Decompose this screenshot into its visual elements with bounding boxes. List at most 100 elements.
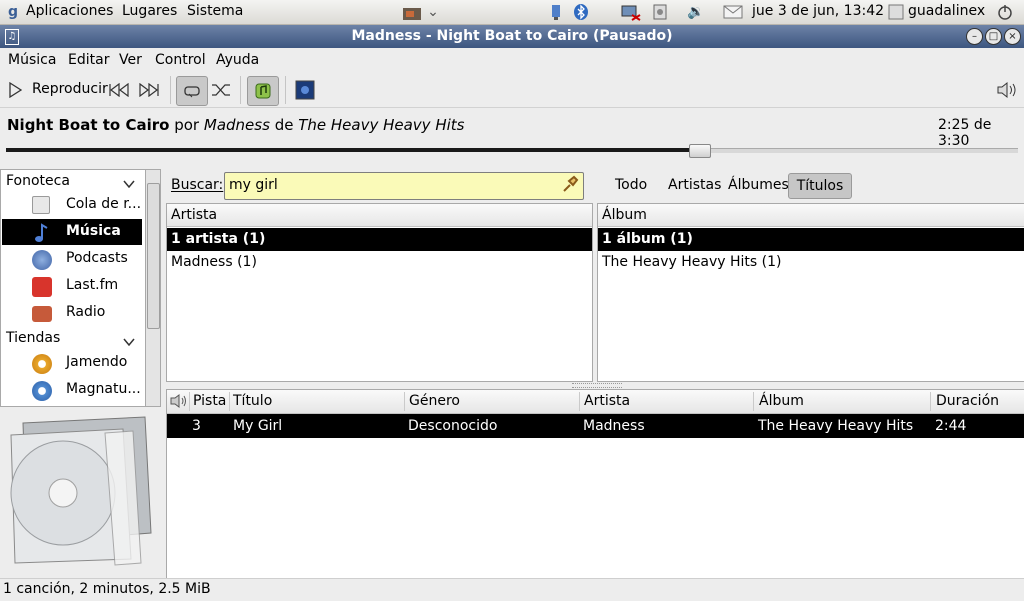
menu-edit[interactable]: Editar [68,52,109,68]
window-titlebar[interactable]: ♫ Madness - Night Boat to Cairo (Pausado… [0,25,1024,48]
sidebar-item-music[interactable]: Música [2,219,142,245]
sidebar-item-magnatune[interactable]: Magnatu... [2,377,142,403]
sidebar-item-label: Magnatu... [66,381,141,397]
table-row[interactable]: 3 My Girl Desconocido Madness The Heavy … [167,414,1024,438]
cell-duration: 2:44 [935,418,967,434]
column-header-artist[interactable]: Artista [584,393,630,409]
volume-icon[interactable]: 🔉 [686,3,706,21]
playing-column-icon[interactable] [170,393,188,413]
toolbar-separator [240,76,241,104]
chevron-down-icon[interactable] [123,176,135,192]
status-text: 1 canción, 2 minutos, 2.5 MiB [3,581,211,597]
cell-album: The Heavy Heavy Hits [758,418,914,434]
column-header-title[interactable]: Título [233,393,272,409]
sidebar-scrollbar-thumb[interactable] [147,183,160,329]
next-icon[interactable] [138,81,160,99]
sidebar-item-label: Jamendo [66,354,128,370]
previous-icon[interactable] [108,81,130,99]
chevron-down-icon[interactable]: ⌄ [424,3,442,21]
now-playing-artist: Madness [203,116,270,134]
browse-button[interactable] [247,76,279,106]
panel-menu-places[interactable]: Lugares [122,3,177,19]
sidebar-item-queue[interactable]: Cola de r... [2,192,142,218]
sidebar-item-label: Cola de r... [66,196,142,212]
list-item-label: 1 álbum (1) [602,231,693,247]
search-input[interactable] [224,172,584,200]
sidebar-item-podcasts[interactable]: Podcasts [2,246,142,272]
album-header-label: Álbum [602,207,647,223]
jamendo-icon [32,354,52,374]
network-icon[interactable] [620,3,642,21]
source-list: Fonoteca Cola de r... Música Podcasts La… [0,169,146,407]
panel-menu-applications[interactable]: Aplicaciones [26,3,113,19]
lastfm-icon [32,277,52,297]
clear-search-icon[interactable] [561,175,579,197]
now-playing-album: The Heavy Heavy Hits [298,116,465,134]
column-header-duration[interactable]: Duración [936,393,999,409]
track-list: Pista Título Género Artista Álbum Duraci… [166,389,1024,579]
column-separator [930,392,931,411]
repeat-button[interactable] [176,76,208,106]
toolbar-separator [285,76,286,104]
sidebar-item-radio[interactable]: Radio [2,300,142,326]
menu-view[interactable]: Ver [119,52,142,68]
column-header-genre[interactable]: Género [409,393,460,409]
visualization-icon[interactable] [294,80,316,100]
chevron-down-icon[interactable] [123,334,135,350]
volume-icon[interactable] [996,80,1018,100]
toolbar-separator [170,76,171,104]
panel-menu-system[interactable]: Sistema [187,3,243,19]
filter-all[interactable]: Todo [615,177,647,193]
list-item[interactable]: The Heavy Heavy Hits (1) [598,251,1024,274]
library-header[interactable]: Fonoteca [6,173,70,189]
list-item[interactable]: 1 álbum (1) [598,228,1024,251]
seek-handle[interactable] [689,144,712,158]
panel-username[interactable]: guadalinex [908,3,985,19]
sidebar-item-label: Música [66,223,121,239]
usb-icon[interactable] [547,3,565,21]
top-panel: g Aplicaciones Lugares Sistema ⌄ 🔉 jue 3… [0,0,1024,25]
distro-logo-icon[interactable]: g [4,3,22,21]
sidebar-item-lastfm[interactable]: Last.fm [2,273,142,299]
artist-column-header[interactable]: Artista [167,204,592,227]
list-item[interactable]: 1 artista (1) [167,228,592,251]
sidebar-item-jamendo[interactable]: Jamendo [2,350,142,376]
now-playing-from: de [274,116,294,134]
disk-icon[interactable] [651,3,669,21]
panel-app-icon[interactable] [402,3,422,21]
filter-artists[interactable]: Artistas [668,177,721,193]
power-icon[interactable] [995,3,1015,21]
search-label: Buscar: [171,177,224,193]
pane-resize-handle[interactable] [572,383,622,388]
minimize-icon[interactable]: – [966,28,983,45]
menu-help[interactable]: Ayuda [216,52,259,68]
album-art [5,413,155,568]
shuffle-icon[interactable] [210,80,232,100]
sidebar-item-label: Podcasts [66,250,128,266]
menu-music[interactable]: Música [8,52,56,68]
mail-icon[interactable] [722,3,744,21]
list-item-label: The Heavy Heavy Hits (1) [602,254,782,270]
list-item[interactable]: Madness (1) [167,251,592,274]
play-button[interactable]: Reproducir [5,79,108,101]
filter-albums[interactable]: Álbumes [728,177,789,193]
maximize-icon[interactable]: □ [985,28,1002,45]
column-header-track[interactable]: Pista [193,393,226,409]
repeat-icon [184,86,200,98]
cell-genre: Desconocido [408,418,498,434]
cell-title: My Girl [233,418,283,434]
album-column-header[interactable]: Álbum [598,204,1024,227]
seek-bar-remaining[interactable] [704,148,1018,153]
list-item-label: 1 artista (1) [171,231,266,247]
sidebar-item-label: Last.fm [66,277,119,293]
artist-header-label: Artista [171,207,218,223]
filter-titles[interactable]: Títulos [788,173,852,199]
cell-track: 3 [192,418,201,434]
stores-header[interactable]: Tiendas [6,330,60,346]
bluetooth-icon[interactable] [572,3,590,21]
menu-control[interactable]: Control [155,52,206,68]
close-icon[interactable]: × [1004,28,1021,45]
column-header-album[interactable]: Álbum [759,393,804,409]
panel-clock[interactable]: jue 3 de jun, 13:42 [752,3,884,19]
search-value[interactable]: my girl [229,177,278,193]
